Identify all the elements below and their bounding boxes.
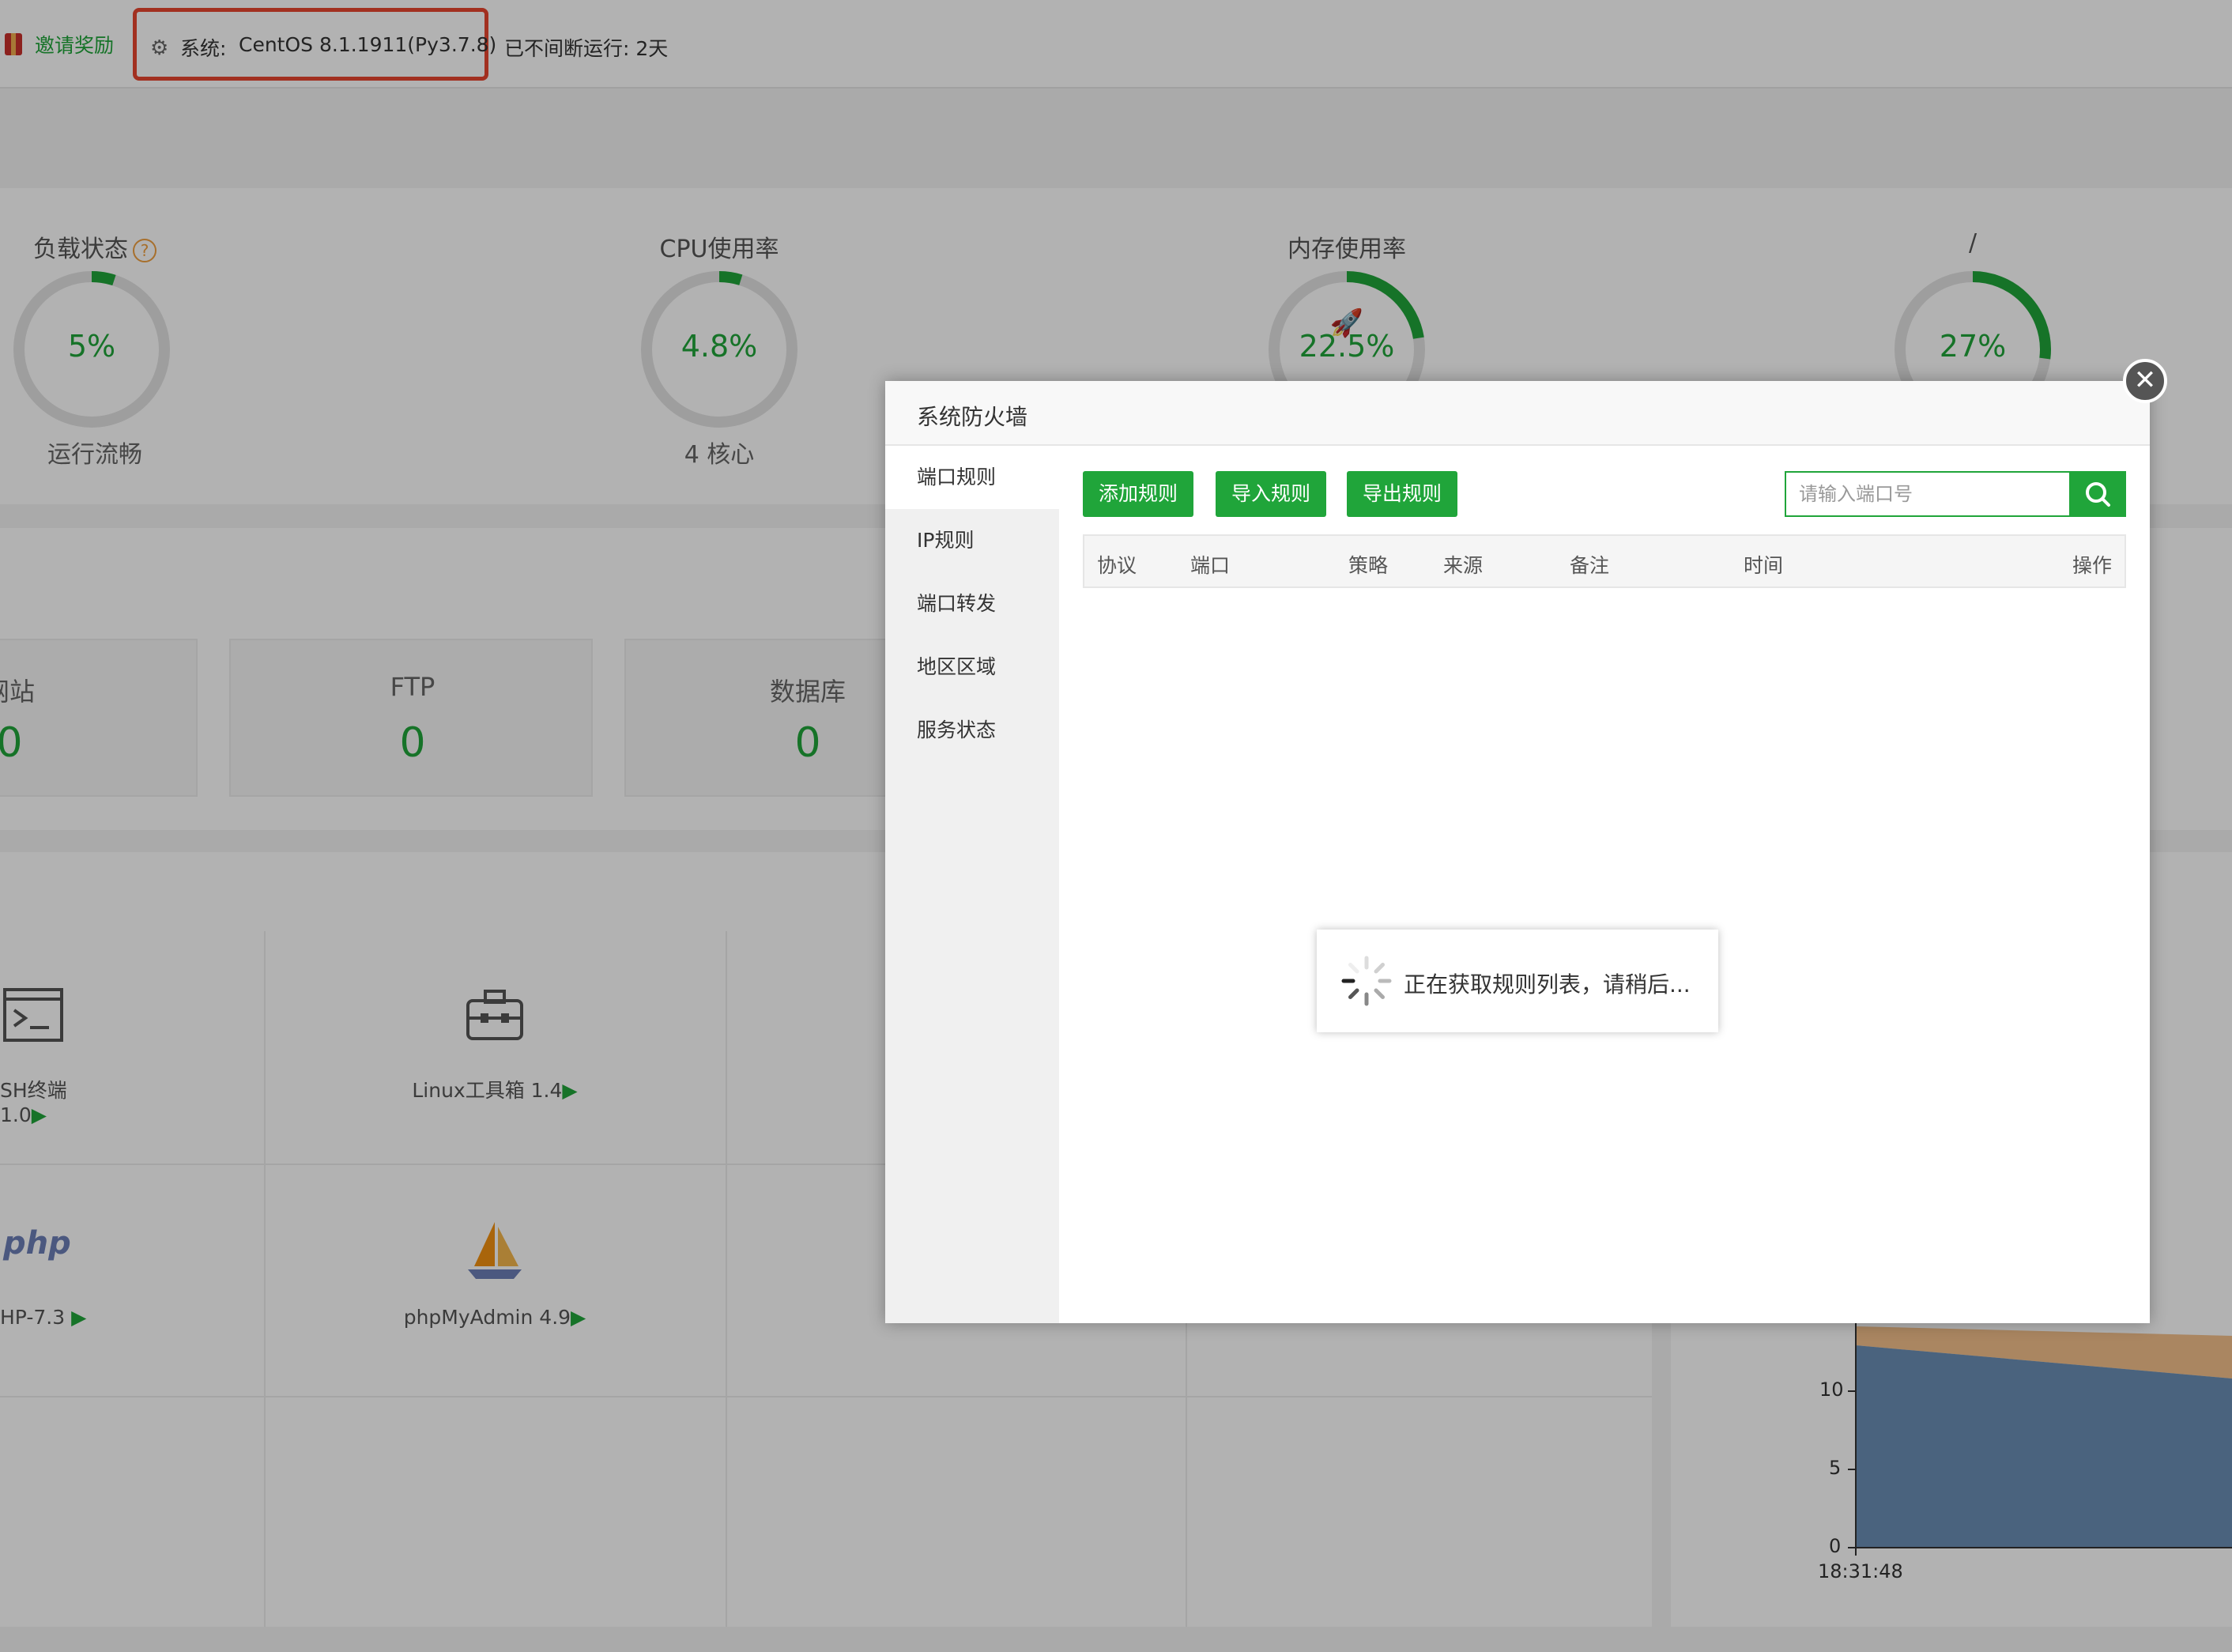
sidebar-item-region[interactable]: 地区区域	[885, 636, 1059, 699]
firewall-dialog: 系统防火墙 端口规则 IP规则 端口转发 地区区域 服务状态 添加规则 导入规则…	[885, 381, 2150, 1323]
loading-text: 正在获取规则列表，请稍后...	[1404, 971, 1691, 998]
dialog-titlebar: 系统防火墙	[885, 381, 2150, 446]
search-button[interactable]	[2071, 471, 2126, 517]
sidebar-item-port-forward[interactable]: 端口转发	[885, 572, 1059, 636]
import-rules-button[interactable]: 导入规则	[1216, 471, 1326, 517]
add-rule-button[interactable]: 添加规则	[1083, 471, 1193, 517]
column-policy: 策略	[1348, 554, 1389, 577]
column-actions: 操作	[2072, 554, 2113, 577]
column-time: 时间	[1744, 554, 1784, 577]
sidebar-item-ip-rules[interactable]: IP规则	[885, 509, 1059, 572]
search-icon	[2086, 482, 2110, 507]
close-icon[interactable]: ✕	[2123, 359, 2167, 403]
sidebar-item-port-rules[interactable]: 端口规则	[885, 446, 1059, 509]
export-rules-button[interactable]: 导出规则	[1347, 471, 1457, 517]
column-port: 端口	[1190, 554, 1231, 577]
dialog-title: 系统防火墙	[917, 404, 1028, 430]
loading-spinner-icon	[1341, 956, 1392, 1006]
loading-message: 正在获取规则列表，请稍后...	[1317, 930, 1718, 1032]
column-source: 来源	[1443, 554, 1484, 577]
port-search-input[interactable]	[1786, 473, 2068, 515]
dialog-sidebar: 端口规则 IP规则 端口转发 地区区域 服务状态	[885, 446, 1059, 1323]
rules-table-header: 协议 端口 策略 来源 备注 时间 操作	[1083, 534, 2126, 588]
column-protocol: 协议	[1097, 554, 1137, 577]
column-note: 备注	[1570, 554, 1610, 577]
port-search-box	[1785, 471, 2071, 517]
sidebar-item-service-status[interactable]: 服务状态	[885, 699, 1059, 762]
